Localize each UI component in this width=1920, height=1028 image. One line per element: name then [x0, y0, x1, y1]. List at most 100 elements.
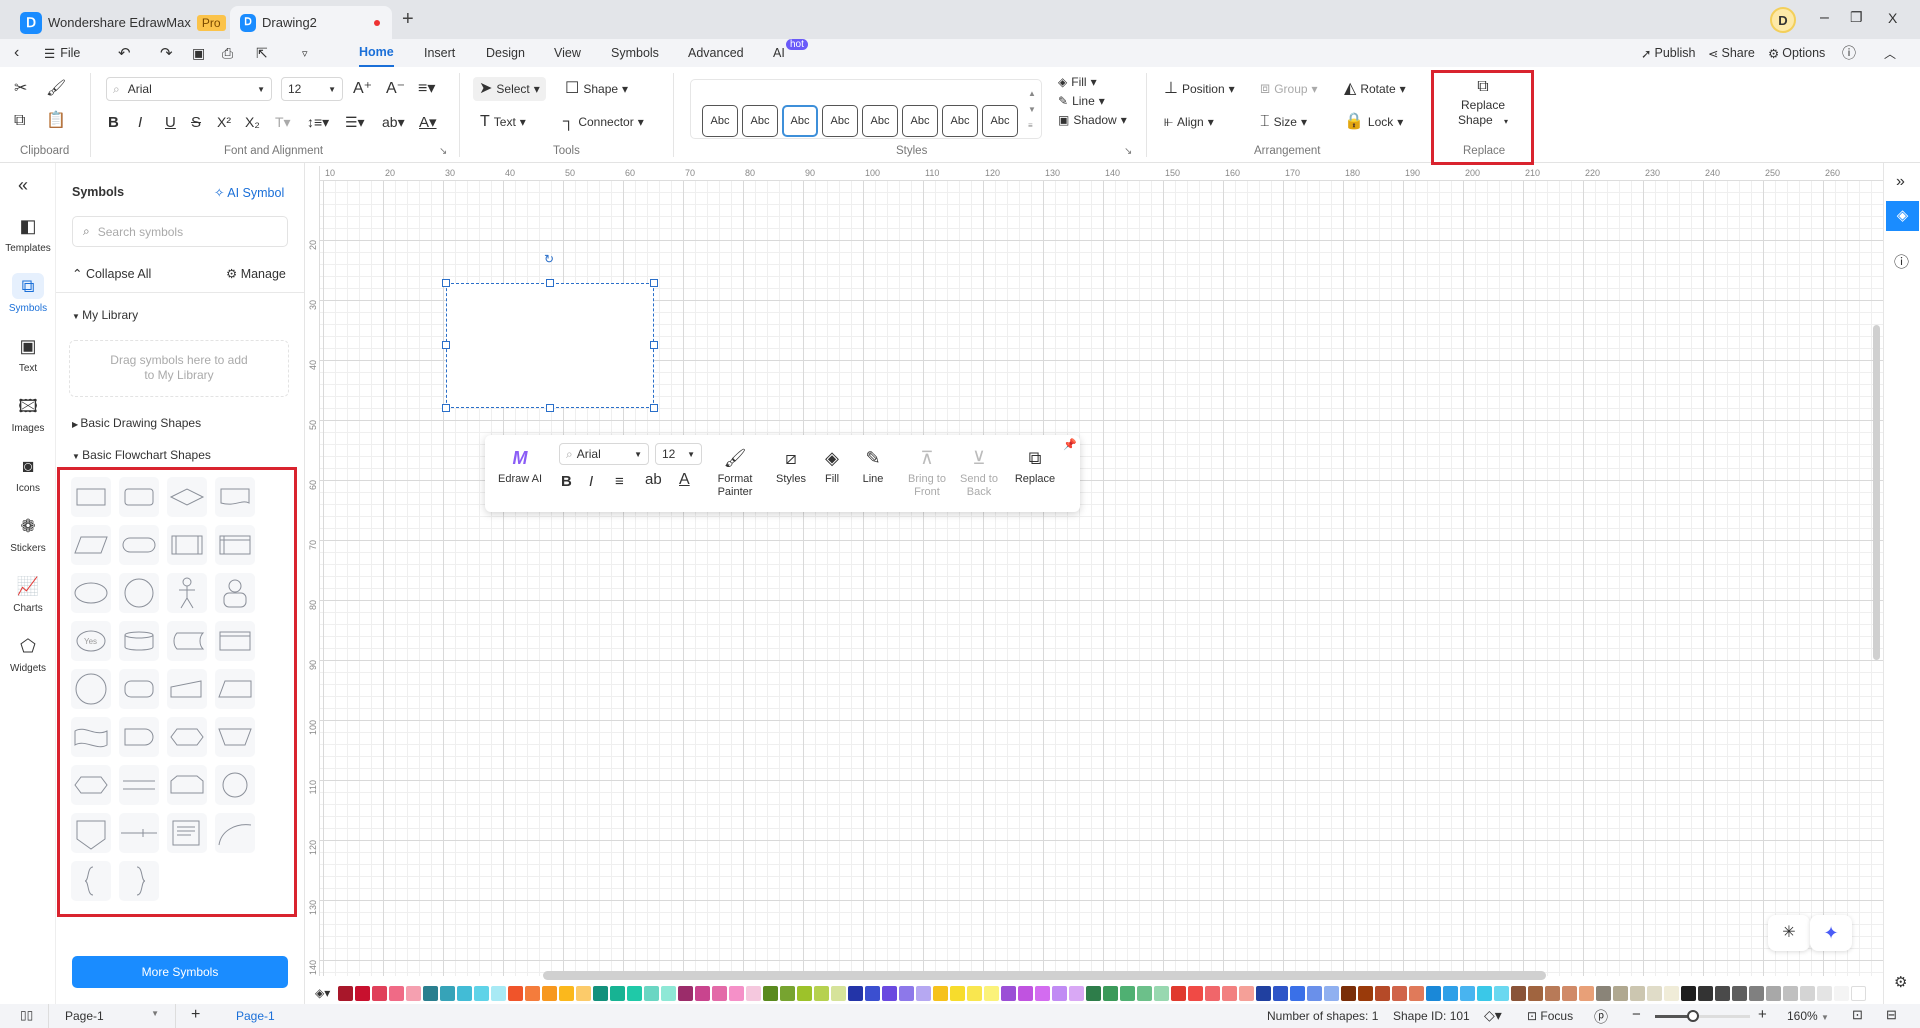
group-button[interactable]: ⧈ Group ▾ [1260, 77, 1318, 101]
styles-dialog-launcher-icon[interactable]: ↘ [1124, 146, 1132, 157]
color-swatch[interactable] [440, 985, 456, 1001]
color-swatch[interactable] [542, 985, 558, 1001]
connector-button[interactable]: ┐ Connector ▾ [563, 110, 644, 134]
help-icon[interactable]: ⓘ [1842, 39, 1856, 67]
horizontal-scrollbar[interactable] [543, 971, 1546, 980]
color-swatch[interactable] [1307, 985, 1323, 1001]
vertical-scrollbar[interactable] [1873, 325, 1880, 660]
color-swatch[interactable] [1239, 985, 1255, 1001]
share-button[interactable]: ⋖ Share [1708, 39, 1755, 67]
shape-circle-alt-icon[interactable] [215, 765, 255, 805]
shape-tape-icon[interactable] [71, 717, 111, 757]
color-swatch[interactable] [474, 985, 490, 1001]
shape-annotation-icon[interactable] [167, 813, 207, 853]
shape-brace-right-icon[interactable] [119, 861, 159, 901]
resize-handle[interactable] [546, 279, 554, 287]
color-swatch[interactable] [491, 985, 507, 1001]
text-align-icon[interactable]: ≡▾ [418, 81, 435, 97]
collapse-all-button[interactable]: ⌃ Collapse All [72, 266, 151, 281]
replace-button[interactable]: ⧉ Replace [1011, 445, 1059, 486]
color-swatch[interactable] [1528, 985, 1544, 1001]
shape-database-icon[interactable] [119, 621, 159, 661]
expand-panel-icon[interactable]: » [1896, 173, 1905, 191]
color-swatch[interactable] [848, 985, 864, 1001]
superscript-icon[interactable]: X² [217, 110, 231, 134]
resize-handle[interactable] [650, 404, 658, 412]
color-swatch[interactable] [797, 985, 813, 1001]
color-swatch[interactable] [882, 985, 898, 1001]
shape-rounded-rect-icon[interactable] [119, 477, 159, 517]
print-icon[interactable]: ⎙ [222, 39, 233, 67]
fill-picker-icon[interactable]: ◈▾ [315, 986, 330, 1000]
rotate-button[interactable]: ◭ Rotate ▾ [1344, 77, 1406, 101]
shape-actor-icon[interactable] [167, 573, 207, 613]
rail-item-images[interactable]: 🖾 Images [0, 393, 56, 434]
color-swatch[interactable] [678, 985, 694, 1001]
fit-page-icon[interactable]: ⊡ [1852, 1007, 1863, 1023]
shape-data-icon[interactable] [71, 525, 111, 565]
position-button[interactable]: ⊥ Position ▾ [1164, 77, 1235, 101]
tab-home[interactable]: Home [359, 39, 394, 67]
color-swatch[interactable] [763, 985, 779, 1001]
basic-flowchart-shapes-section[interactable]: ▼ Basic Flowchart Shapes [72, 448, 211, 462]
color-swatch[interactable] [1596, 985, 1612, 1001]
color-swatch[interactable] [1188, 985, 1204, 1001]
shape-preparation-icon[interactable] [71, 765, 111, 805]
color-swatch[interactable] [1035, 985, 1051, 1001]
color-swatch[interactable] [610, 985, 626, 1001]
shape-manual-operation-icon[interactable] [215, 669, 255, 709]
ai-assistant-button[interactable]: ✦ [1810, 915, 1852, 951]
resize-handle[interactable] [650, 279, 658, 287]
redo-icon[interactable]: ↷ [160, 39, 173, 67]
color-swatch[interactable] [1630, 985, 1646, 1001]
color-swatch[interactable] [1392, 985, 1408, 1001]
zoom-slider-knob[interactable] [1687, 1010, 1699, 1022]
replace-shape-button[interactable]: ⧉ Replace Shape ▾ [1445, 79, 1521, 129]
color-swatch[interactable] [338, 985, 354, 1001]
tab-ai[interactable]: AI [773, 39, 785, 67]
align-left-icon[interactable]: ≡ [615, 473, 624, 490]
format-painter-button[interactable]: 🖌 Format Painter [711, 445, 759, 499]
color-swatch[interactable] [1749, 985, 1765, 1001]
send-to-back-button[interactable]: ⊻ Send to Back [955, 445, 1003, 499]
increase-font-icon[interactable]: A⁺ [353, 81, 372, 97]
style-swatch[interactable]: Abc [702, 105, 738, 137]
size-button[interactable]: ⌶ Size ▾ [1260, 110, 1307, 134]
resize-handle[interactable] [442, 404, 450, 412]
color-swatch[interactable] [1545, 985, 1561, 1001]
color-swatch[interactable] [406, 985, 422, 1001]
my-library-dropzone[interactable]: Drag symbols here to add to My Library [69, 340, 289, 397]
color-swatch[interactable] [729, 985, 745, 1001]
color-swatch[interactable] [508, 985, 524, 1001]
color-swatch[interactable] [1375, 985, 1391, 1001]
shape-loop-limit-icon[interactable] [167, 765, 207, 805]
shape-ellipse-icon[interactable] [71, 573, 111, 613]
edraw-ai-button[interactable]: M Edraw AI [491, 445, 549, 486]
color-swatch[interactable] [780, 985, 796, 1001]
rail-item-charts[interactable]: 📈 Charts [0, 573, 56, 614]
sparkle-assist-button[interactable]: ✳ [1768, 915, 1810, 951]
shape-predefined-process-icon[interactable] [167, 525, 207, 565]
ai-symbol-button[interactable]: ✧ AI Symbol [214, 185, 284, 200]
color-swatch[interactable] [1664, 985, 1680, 1001]
text-effect-icon[interactable]: T▾ [275, 110, 291, 134]
collapse-panel-icon[interactable]: « [18, 175, 28, 196]
font-color-icon[interactable]: A▾ [419, 110, 437, 134]
style-swatch[interactable]: Abc [862, 105, 898, 137]
bullets-icon[interactable]: ☰▾ [345, 110, 365, 134]
color-swatch[interactable] [1103, 985, 1119, 1001]
lock-button[interactable]: 🔒 Lock ▾ [1344, 110, 1403, 134]
font-family-select[interactable]: ⌕ Arial ▼ [106, 77, 272, 101]
color-swatch[interactable] [1460, 985, 1476, 1001]
color-swatch[interactable] [576, 985, 592, 1001]
shape-direct-data-icon[interactable] [119, 669, 159, 709]
text-case-icon[interactable]: ab [645, 471, 662, 488]
color-swatch[interactable] [644, 985, 660, 1001]
publish-button[interactable]: ➚ Publish [1641, 39, 1695, 67]
floating-font-select[interactable]: ⌕ Arial ▼ [559, 443, 649, 465]
color-swatch[interactable] [1137, 985, 1153, 1001]
collapse-ribbon-icon[interactable]: ︿ [1884, 39, 1896, 67]
restore-button[interactable]: ❐ [1850, 9, 1863, 26]
color-swatch[interactable] [372, 985, 388, 1001]
close-button[interactable]: X [1888, 10, 1897, 26]
